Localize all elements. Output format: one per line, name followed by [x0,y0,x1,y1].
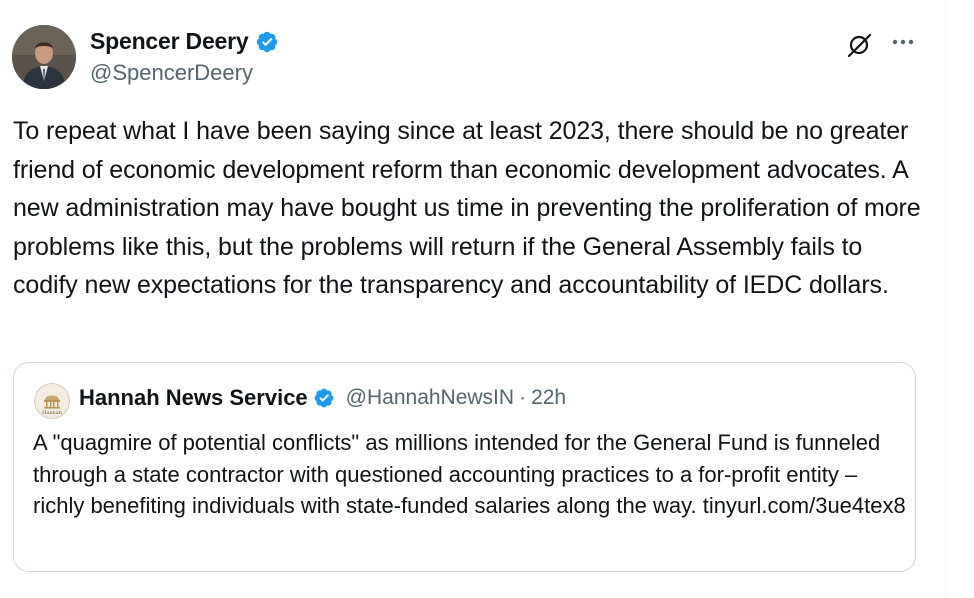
quote-avatar-text: Hannah [42,410,63,416]
tweet-text: To repeat what I have been saying since … [13,117,921,300]
verified-badge-icon[interactable] [313,387,335,409]
column-divider [945,0,946,598]
grok-icon[interactable] [845,30,875,60]
quoted-tweet[interactable]: Hannah Hannah News Service @HannahNewsIN… [13,362,916,572]
verified-badge-icon[interactable] [255,30,279,54]
quote-text: A "quagmire of potential conflicts" as m… [33,430,906,518]
quote-author-name[interactable]: Hannah News Service [79,385,308,411]
more-options-icon[interactable] [888,30,918,54]
quote-timestamp[interactable]: 22h [531,386,566,410]
quote-author-handle[interactable]: @HannahNewsIN [346,386,514,410]
author-name-row: Spencer Deery [90,28,279,55]
quote-header: Hannah News Service @HannahNewsIN · 22h [79,385,566,411]
tweet[interactable]: Spencer Deery @SpencerDeery To repeat wh… [0,0,945,598]
author-name[interactable]: Spencer Deery [90,28,249,55]
author-handle[interactable]: @SpencerDeery [90,60,253,86]
quote-separator: · [519,386,527,409]
quote-avatar[interactable]: Hannah [34,383,70,419]
author-avatar[interactable] [12,25,76,89]
